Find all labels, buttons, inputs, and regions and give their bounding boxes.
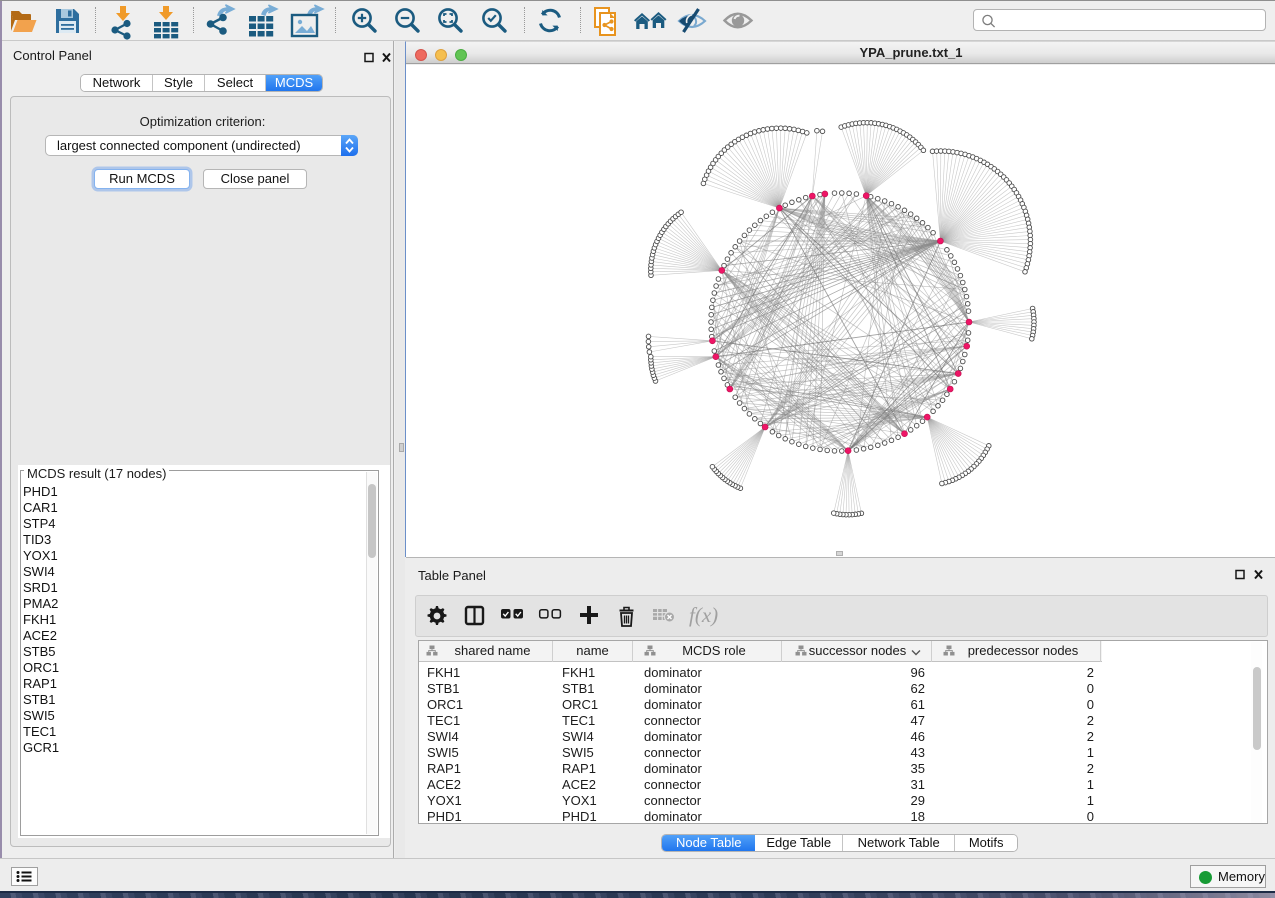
svg-text:f(x): f(x) <box>689 603 718 627</box>
